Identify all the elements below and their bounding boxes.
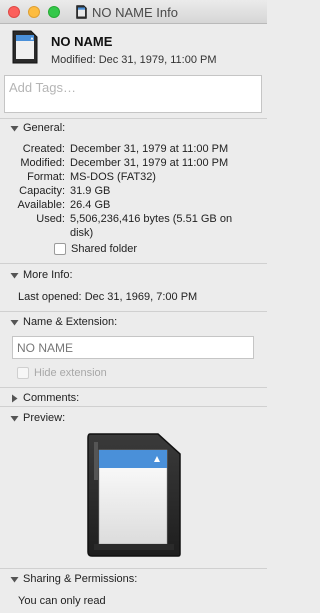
close-button[interactable] (8, 6, 20, 18)
more-info-section-title: More Info: (23, 269, 73, 281)
name-input-value: NO NAME (17, 341, 74, 355)
minimize-button[interactable] (28, 6, 40, 18)
last-opened-value: Dec 31, 1969, 7:00 PM (84, 291, 198, 303)
modified-summary: Modified: Dec 31, 1979, 11:00 PM (51, 54, 217, 66)
maximize-button[interactable] (48, 6, 60, 18)
name-extension-section-title: Name & Extension: (23, 316, 118, 328)
general-section-header[interactable]: General: (10, 121, 65, 135)
title-bar[interactable]: NO NAME Info (0, 0, 267, 24)
format-value: MS-DOS (FAT32) (70, 171, 156, 183)
modified-value: December 31, 1979 at 11:00 PM (70, 157, 229, 169)
disclosure-triangle-down-icon[interactable] (10, 124, 19, 133)
general-row-used: Used: 5,506,236,416 bytes (5.51 GB on (0, 213, 267, 225)
window-title-group: NO NAME Info (76, 4, 178, 20)
used-value: 5,506,236,416 bytes (5.51 GB on (70, 213, 233, 225)
general-row-available: Available: 26.4 GB (0, 199, 267, 211)
modified-label: Modified: (20, 157, 65, 169)
disclosure-triangle-right-icon[interactable] (10, 394, 19, 403)
created-label: Created: (22, 143, 65, 155)
info-header: NO NAME Modified: Dec 31, 1979, 11:00 PM (0, 24, 267, 74)
preview-section-title: Preview: (23, 412, 66, 424)
used-value-continued: disk) (70, 227, 94, 239)
comments-section-title: Comments: (23, 392, 80, 404)
format-label: Format: (27, 171, 65, 183)
general-row-used-continued: disk) (0, 227, 267, 239)
last-opened-label: Last opened: (18, 291, 82, 303)
tags-input[interactable]: Add Tags… (4, 75, 262, 113)
name-input[interactable]: NO NAME (12, 336, 254, 359)
last-opened-row: Last opened: Dec 31, 1969, 7:00 PM (18, 291, 197, 303)
volume-name: NO NAME (51, 34, 113, 49)
sd-card-icon (12, 30, 38, 64)
disclosure-triangle-down-icon[interactable] (10, 575, 19, 584)
shared-folder-checkbox[interactable] (54, 243, 66, 255)
general-row-modified: Modified: December 31, 1979 at 11:00 PM (0, 157, 267, 169)
name-extension-section-header[interactable]: Name & Extension: (10, 315, 117, 329)
available-label: Available: (17, 199, 66, 211)
preview-section-header[interactable]: Preview: (10, 411, 65, 425)
hide-extension-label: Hide extension (34, 367, 107, 379)
shared-folder-label: Shared folder (71, 243, 138, 255)
divider (0, 118, 267, 119)
divider (0, 406, 267, 407)
tags-placeholder: Add Tags… (9, 80, 76, 95)
divider (0, 311, 267, 312)
available-value: 26.4 GB (70, 199, 111, 211)
disclosure-triangle-down-icon[interactable] (10, 271, 19, 280)
general-section-title: General: (23, 122, 66, 134)
sd-card-icon (76, 5, 87, 19)
divider (0, 263, 267, 264)
sd-card-preview (87, 433, 181, 557)
capacity-value: 31.9 GB (70, 185, 111, 197)
capacity-label: Capacity: (19, 185, 65, 197)
general-row-capacity: Capacity: 31.9 GB (0, 185, 267, 197)
created-value: December 31, 1979 at 11:00 PM (70, 143, 229, 155)
divider (0, 387, 267, 388)
sharing-section-title: Sharing & Permissions: (23, 573, 138, 585)
disclosure-triangle-down-icon[interactable] (10, 318, 19, 327)
sharing-section-header[interactable]: Sharing & Permissions: (10, 572, 137, 586)
hide-extension-checkbox (17, 367, 29, 379)
sharing-status: You can only read (18, 595, 106, 607)
comments-section-header[interactable]: Comments: (10, 391, 79, 405)
more-info-section-header[interactable]: More Info: (10, 268, 73, 282)
general-row-created: Created: December 31, 1979 at 11:00 PM (0, 143, 267, 155)
general-row-format: Format: MS-DOS (FAT32) (0, 171, 267, 183)
window-title: NO NAME Info (92, 4, 178, 20)
disclosure-triangle-down-icon[interactable] (10, 414, 19, 423)
divider (0, 568, 267, 569)
used-label: Used: (36, 213, 65, 225)
